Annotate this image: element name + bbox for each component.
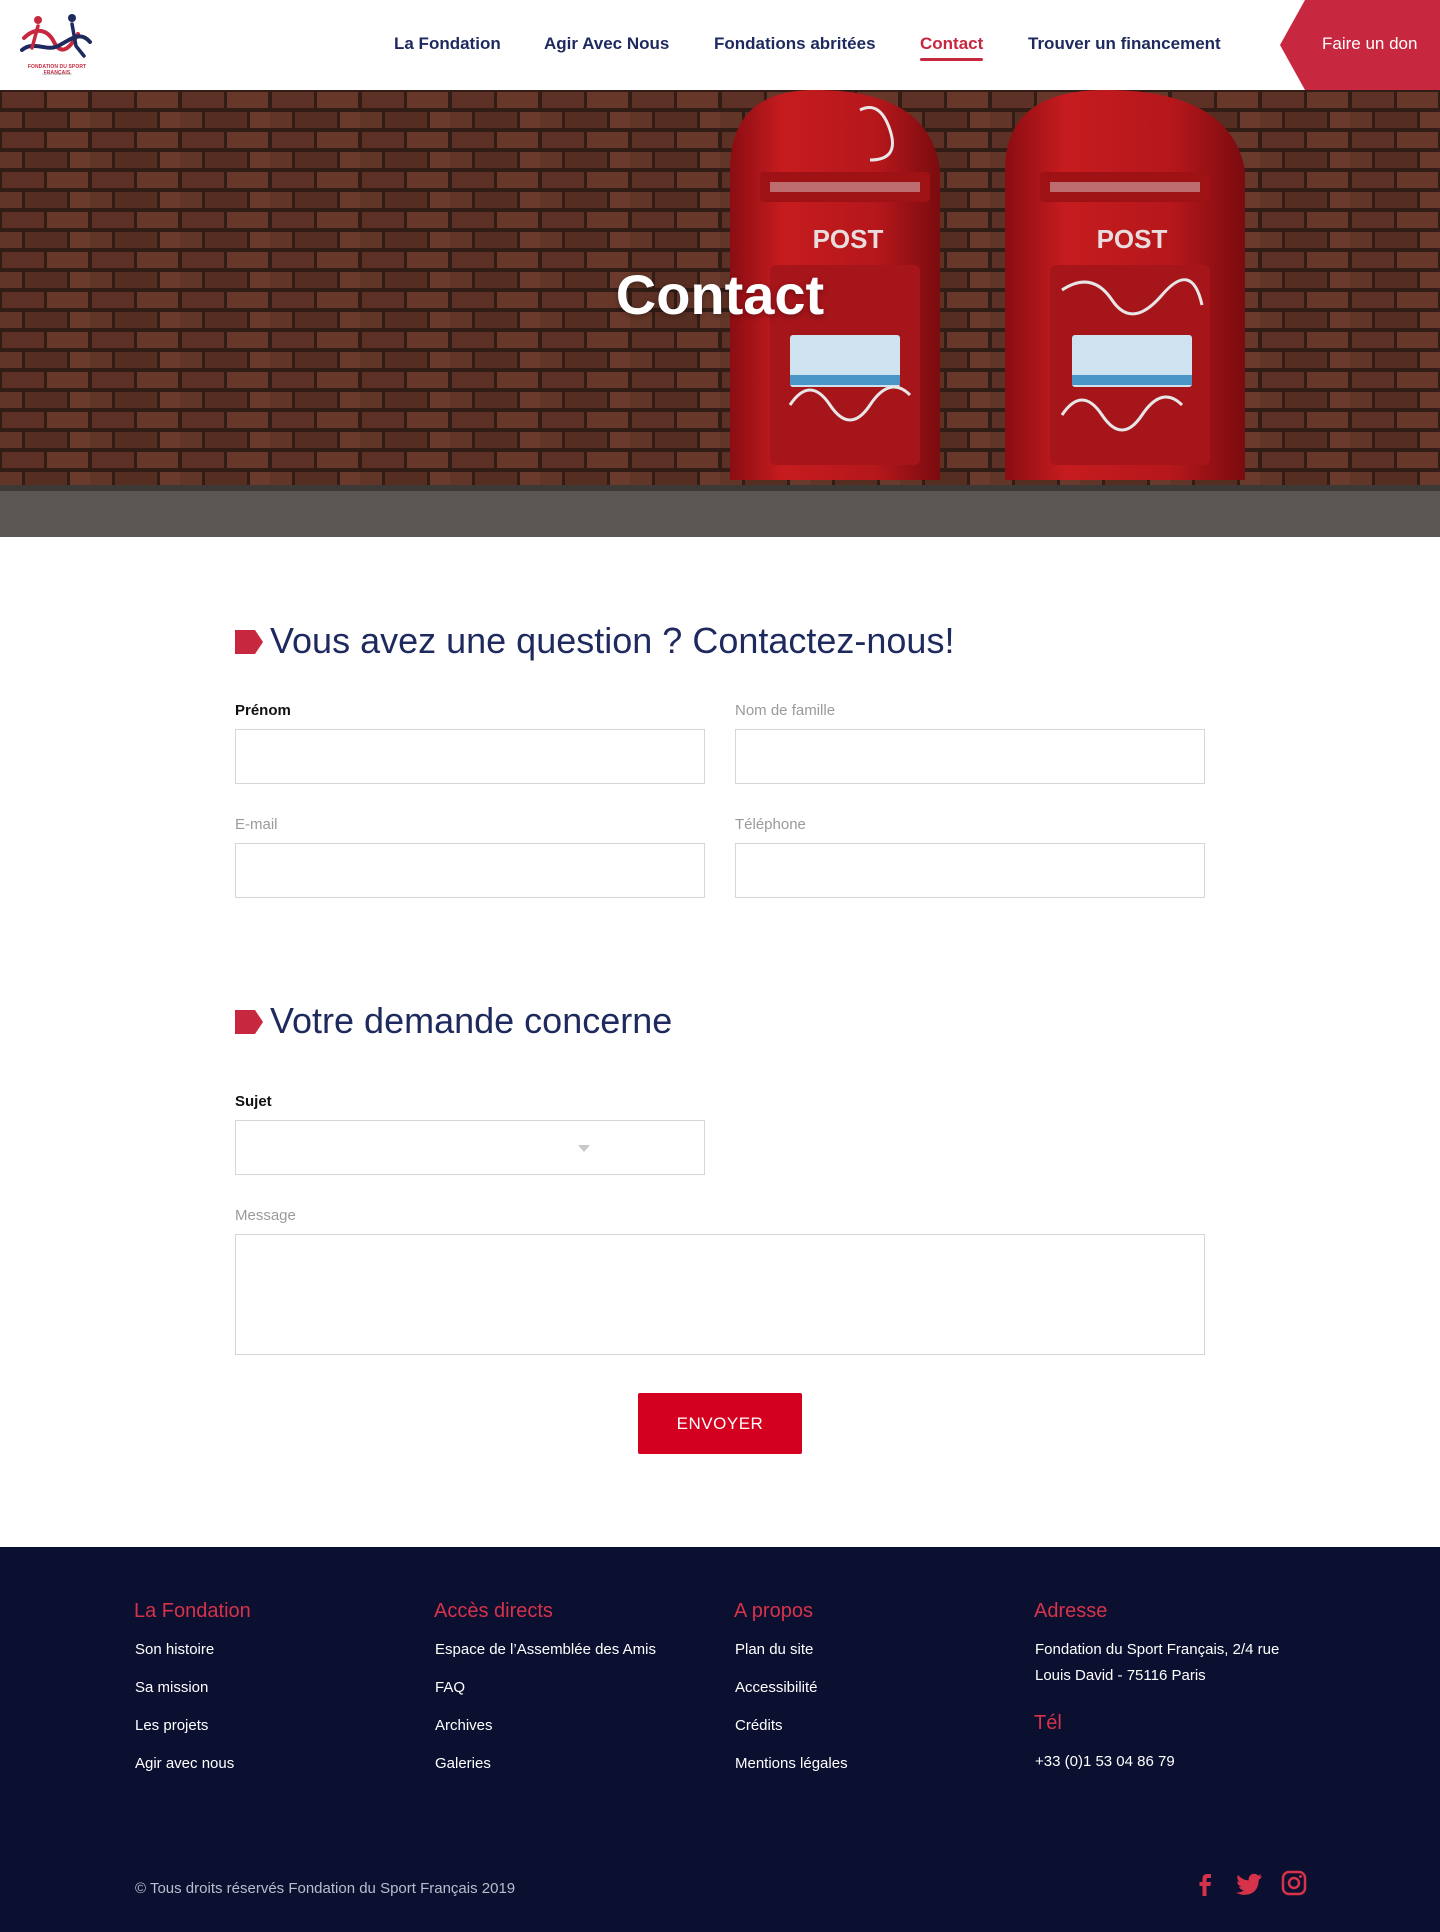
email-field[interactable] xyxy=(235,843,705,898)
footer-phone[interactable]: +33 (0)1 53 04 86 79 xyxy=(1035,1753,1175,1770)
first-name-label: Prénom xyxy=(235,702,291,719)
logo-subtext: HENRI SÉRANDOUR xyxy=(42,72,72,76)
footer-heading-acces: Accès directs xyxy=(434,1600,553,1622)
hero-banner: POST POST Contact xyxy=(0,90,1440,537)
nav-agir-avec-nous[interactable]: Agir Avec Nous xyxy=(544,34,669,54)
footer-heading-apropos: A propos xyxy=(734,1600,813,1622)
last-name-field[interactable] xyxy=(735,729,1205,784)
svg-text:POST: POST xyxy=(813,224,884,254)
footer-link-accessibilite[interactable]: Accessibilité xyxy=(735,1679,818,1696)
subject-select[interactable] xyxy=(235,1120,705,1175)
footer-link-galeries[interactable]: Galeries xyxy=(435,1755,491,1772)
site-header: FONDATION DU SPORT FRANÇAIS HENRI SÉRAND… xyxy=(0,0,1440,90)
site-logo[interactable]: FONDATION DU SPORT FRANÇAIS HENRI SÉRAND… xyxy=(18,12,96,78)
twitter-icon[interactable] xyxy=(1236,1869,1264,1897)
submit-button[interactable]: ENVOYER xyxy=(638,1393,802,1454)
donate-button[interactable]: Faire un don xyxy=(1280,0,1440,90)
instagram-icon[interactable] xyxy=(1280,1869,1308,1897)
footer-heading-fondation: La Fondation xyxy=(134,1600,251,1622)
svg-text:POST: POST xyxy=(1097,224,1168,254)
footer-link-sa-mission[interactable]: Sa mission xyxy=(135,1679,208,1696)
footer-link-plan-du-site[interactable]: Plan du site xyxy=(735,1641,813,1658)
email-label: E-mail xyxy=(235,816,278,833)
nav-la-fondation[interactable]: La Fondation xyxy=(394,34,501,54)
hero-title: Contact xyxy=(615,263,825,326)
tag-arrow-icon xyxy=(235,630,263,654)
copyright-text: © Tous droits réservés Fondation du Spor… xyxy=(135,1880,516,1897)
phone-label: Téléphone xyxy=(735,816,806,833)
message-field[interactable] xyxy=(235,1234,1205,1355)
footer-link-son-histoire[interactable]: Son histoire xyxy=(135,1641,214,1658)
phone-field[interactable] xyxy=(735,843,1205,898)
subject-label: Sujet xyxy=(235,1093,272,1110)
nav-trouver-financement[interactable]: Trouver un financement xyxy=(1028,34,1221,54)
footer-heading-adresse: Adresse xyxy=(1034,1600,1108,1622)
footer-link-credits[interactable]: Crédits xyxy=(735,1717,783,1734)
nav-contact[interactable]: Contact xyxy=(920,34,984,61)
logo-figures-icon xyxy=(20,14,92,58)
message-label: Message xyxy=(235,1207,296,1224)
chevron-down-icon xyxy=(578,1145,590,1152)
footer-link-mentions-legales[interactable]: Mentions légales xyxy=(735,1755,848,1772)
footer-address: Fondation du Sport Français, 2/4 rue Lou… xyxy=(1035,1641,1280,1684)
facebook-icon[interactable] xyxy=(1191,1869,1219,1897)
donate-label: Faire un don xyxy=(1322,34,1418,53)
footer-link-assemblee-amis[interactable]: Espace de l’Assemblée des Amis xyxy=(435,1641,656,1658)
footer-heading-tel: Tél xyxy=(1034,1712,1062,1734)
nav-fondations-abritees[interactable]: Fondations abritées xyxy=(714,34,876,54)
footer-link-archives[interactable]: Archives xyxy=(435,1717,493,1734)
footer-link-les-projets[interactable]: Les projets xyxy=(135,1717,208,1734)
tag-arrow-icon xyxy=(235,1010,263,1034)
footer-link-faq[interactable]: FAQ xyxy=(435,1679,465,1696)
first-name-field[interactable] xyxy=(235,729,705,784)
last-name-label: Nom de famille xyxy=(735,702,836,719)
footer-link-agir-avec-nous[interactable]: Agir avec nous xyxy=(135,1755,234,1772)
site-footer: La Fondation Son histoire Sa mission Les… xyxy=(0,1547,1440,1932)
